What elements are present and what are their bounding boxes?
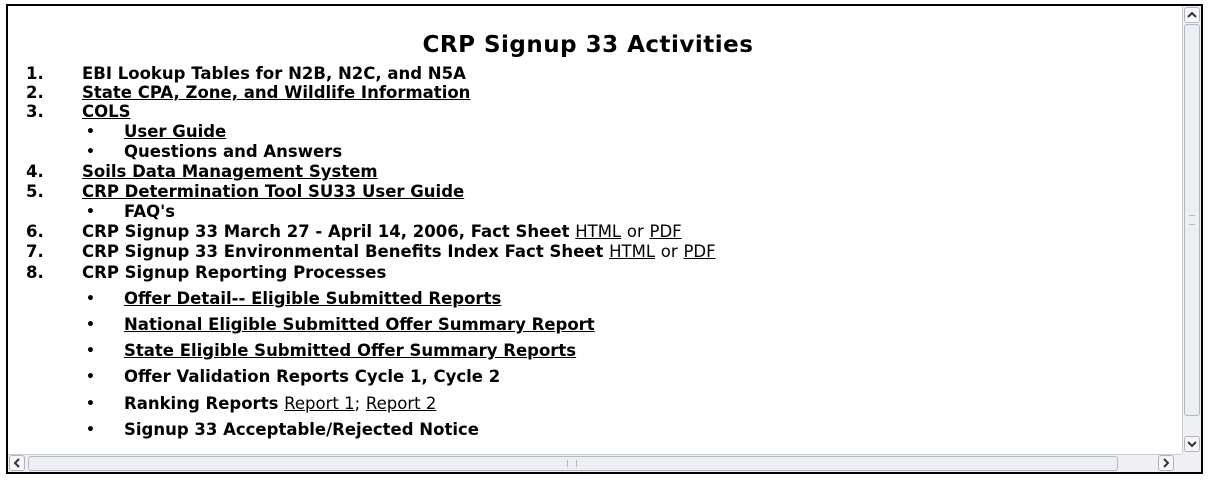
arrow-left-icon: [13, 458, 20, 468]
arrow-down-icon: [1187, 441, 1197, 448]
state-reports-link[interactable]: State Eligible Submitted Offer Summary R…: [124, 341, 576, 361]
ranking-reports-line: Ranking Reports Report 1; Report 2: [124, 394, 436, 414]
user-guide-link[interactable]: User Guide: [124, 122, 226, 142]
soils-data-link[interactable]: Soils Data Management System: [82, 162, 378, 182]
vertical-scroll-thumb[interactable]: [1184, 24, 1200, 416]
bullet-icon: •: [86, 204, 95, 220]
bullet-icon: •: [86, 422, 95, 438]
offer-detail-link[interactable]: Offer Detail-- Eligible Submitted Report…: [124, 289, 501, 309]
ranking-reports-text: Ranking Reports: [124, 394, 279, 413]
faqs-text: FAQ's: [124, 202, 176, 221]
item-number: 6.: [26, 222, 44, 241]
ebi-pdf-link[interactable]: PDF: [683, 242, 715, 261]
vertical-scrollbar[interactable]: [1182, 6, 1201, 454]
acceptable-rejected-text: Signup 33 Acceptable/Rejected Notice: [124, 420, 479, 439]
determination-tool-link[interactable]: CRP Determination Tool SU33 User Guide: [82, 182, 464, 202]
fact-sheet-pdf-link[interactable]: PDF: [650, 222, 682, 241]
arrow-right-icon: [1163, 458, 1170, 468]
questions-answers-text: Questions and Answers: [124, 142, 343, 161]
ebi-fact-sheet-text: CRP Signup 33 Environmental Benefits Ind…: [82, 242, 604, 261]
ebi-fact-sheet-line: CRP Signup 33 Environmental Benefits Ind…: [82, 242, 716, 262]
item-number: 8.: [26, 263, 44, 282]
fact-sheet-line: CRP Signup 33 March 27 - April 14, 2006,…: [82, 222, 682, 242]
browser-frame: CRP Signup 33 Activities 1. EBI Lookup T…: [6, 4, 1203, 474]
page-title: CRP Signup 33 Activities: [422, 32, 754, 58]
reporting-processes-text: CRP Signup Reporting Processes: [82, 263, 387, 282]
bullet-icon: •: [86, 291, 95, 307]
item-number: 4.: [26, 162, 44, 181]
item-number: 7.: [26, 242, 44, 261]
arrow-up-icon: [1187, 11, 1197, 18]
grip-icon: [1189, 215, 1195, 225]
ebi-html-link[interactable]: HTML: [609, 242, 655, 261]
scrollbar-corner: [1182, 454, 1201, 472]
bullet-icon: •: [86, 369, 95, 385]
horizontal-scroll-thumb[interactable]: [28, 456, 1118, 471]
validation-reports-text: Offer Validation Reports Cycle 1, Cycle …: [124, 367, 501, 386]
state-cpa-link[interactable]: State CPA, Zone, and Wildlife Informatio…: [82, 83, 470, 103]
cols-link[interactable]: COLS: [82, 102, 131, 122]
scroll-down-button[interactable]: [1184, 436, 1200, 452]
item-number: 1.: [26, 64, 44, 83]
page-content: CRP Signup 33 Activities 1. EBI Lookup T…: [8, 6, 1184, 454]
bullet-icon: •: [86, 144, 95, 160]
item-number: 2.: [26, 83, 44, 102]
fact-sheet-text: CRP Signup 33 March 27 - April 14, 2006,…: [82, 222, 570, 241]
horizontal-scrollbar[interactable]: [8, 454, 1184, 472]
scroll-left-button[interactable]: [9, 455, 25, 471]
ebi-lookup-tables-text: EBI Lookup Tables for N2B, N2C, and N5A: [82, 64, 466, 83]
national-report-link[interactable]: National Eligible Submitted Offer Summar…: [124, 315, 595, 335]
scroll-right-button[interactable]: [1158, 455, 1174, 471]
bullet-icon: •: [86, 317, 95, 333]
report-1-link[interactable]: Report 1: [284, 394, 354, 413]
separator-text: ;: [354, 394, 361, 413]
item-number: 5.: [26, 182, 44, 201]
or-text: or: [660, 242, 678, 261]
grip-icon: [567, 460, 577, 467]
bullet-icon: •: [86, 396, 95, 412]
bullet-icon: •: [86, 343, 95, 359]
scroll-up-button[interactable]: [1184, 7, 1200, 23]
report-2-link[interactable]: Report 2: [366, 394, 436, 413]
bullet-icon: •: [86, 124, 95, 140]
item-number: 3.: [26, 102, 44, 121]
fact-sheet-html-link[interactable]: HTML: [575, 222, 621, 241]
or-text: or: [626, 222, 644, 241]
